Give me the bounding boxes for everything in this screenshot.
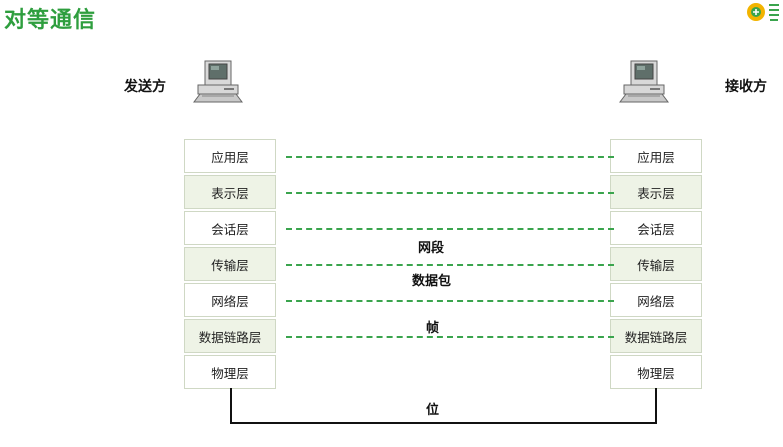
receiver-layer-physical: 物理层 [610, 355, 702, 389]
peer-link-presentation [286, 192, 614, 194]
sender-computer-icon [193, 60, 243, 103]
physical-wire-bottom [230, 422, 657, 424]
receiver-layer-presentation: 表示层 [610, 175, 702, 209]
sender-layer-stack: 应用层 表示层 会话层 传输层 网络层 数据链路层 物理层 [184, 139, 276, 391]
receiver-layer-datalink: 数据链路层 [610, 319, 702, 353]
sender-layer-physical: 物理层 [184, 355, 276, 389]
receiver-computer-icon [619, 60, 669, 103]
sender-layer-session: 会话层 [184, 211, 276, 245]
peer-link-datalink [286, 336, 614, 338]
sender-layer-datalink: 数据链路层 [184, 319, 276, 353]
unit-label-frame: 帧 [426, 321, 440, 336]
peer-link-application [286, 156, 614, 158]
receiver-layer-application: 应用层 [610, 139, 702, 173]
company-logo-icon [747, 3, 779, 21]
sender-layer-network: 网络层 [184, 283, 276, 317]
peer-link-network [286, 300, 614, 302]
sender-layer-transport: 传输层 [184, 247, 276, 281]
physical-wire-right [655, 388, 657, 424]
sender-label: 发送方 [124, 79, 166, 95]
peer-link-session [286, 228, 614, 230]
physical-wire-left [230, 388, 232, 424]
receiver-layer-session: 会话层 [610, 211, 702, 245]
sender-layer-presentation: 表示层 [184, 175, 276, 209]
receiver-label: 接收方 [725, 79, 767, 95]
unit-label-packet: 数据包 [412, 274, 452, 289]
sender-layer-application: 应用层 [184, 139, 276, 173]
receiver-layer-transport: 传输层 [610, 247, 702, 281]
unit-label-bit: 位 [426, 403, 440, 418]
peer-link-transport [286, 264, 614, 266]
page-title: 对等通信 [4, 8, 97, 33]
receiver-layer-stack: 应用层 表示层 会话层 传输层 网络层 数据链路层 物理层 [610, 139, 702, 391]
unit-label-segment: 网段 [418, 241, 445, 256]
receiver-layer-network: 网络层 [610, 283, 702, 317]
